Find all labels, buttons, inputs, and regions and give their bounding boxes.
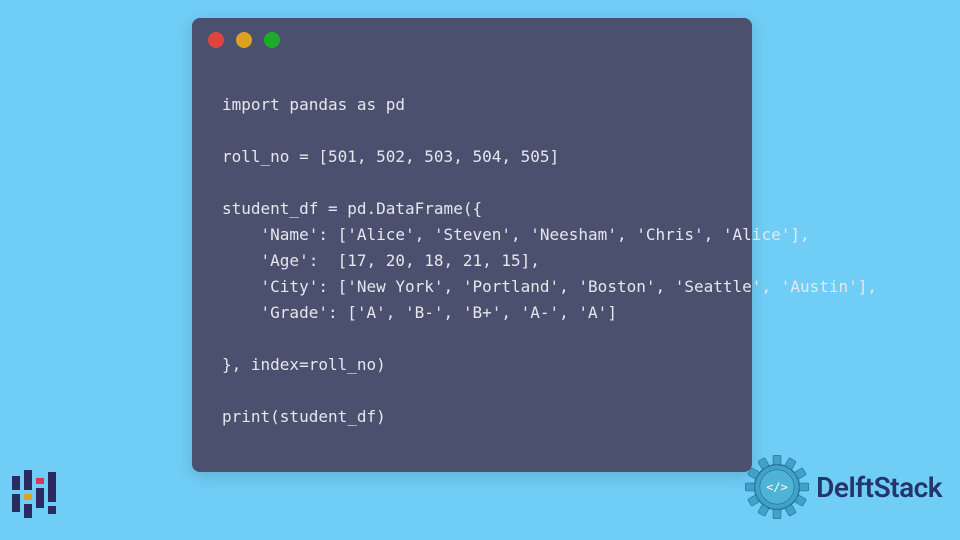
code-block: import pandas as pd roll_no = [501, 502,… bbox=[222, 92, 732, 430]
code-line: import pandas as pd bbox=[222, 95, 405, 114]
svg-text:</>: </> bbox=[766, 480, 787, 494]
brand-name: DelftStack bbox=[816, 471, 942, 504]
code-line: print(student_df) bbox=[222, 407, 386, 426]
code-line: student_df = pd.DataFrame({ bbox=[222, 199, 482, 218]
close-icon[interactable] bbox=[208, 32, 224, 48]
gear-icon: </> bbox=[744, 454, 810, 520]
code-line: 'Name': ['Alice', 'Steven', 'Neesham', '… bbox=[222, 225, 810, 244]
brand-logo: </> DelftStack bbox=[744, 454, 942, 520]
code-window: import pandas as pd roll_no = [501, 502,… bbox=[192, 18, 752, 472]
code-line: }, index=roll_no) bbox=[222, 355, 386, 374]
code-line: roll_no = [501, 502, 503, 504, 505] bbox=[222, 147, 559, 166]
bars-logo-icon bbox=[12, 470, 56, 518]
page-background: import pandas as pd roll_no = [501, 502,… bbox=[0, 0, 960, 540]
maximize-icon[interactable] bbox=[264, 32, 280, 48]
minimize-icon[interactable] bbox=[236, 32, 252, 48]
code-line: 'City': ['New York', 'Portland', 'Boston… bbox=[222, 277, 877, 296]
code-line: 'Age': [17, 20, 18, 21, 15], bbox=[222, 251, 540, 270]
code-line: 'Grade': ['A', 'B-', 'B+', 'A-', 'A'] bbox=[222, 303, 617, 322]
window-controls bbox=[208, 32, 280, 48]
